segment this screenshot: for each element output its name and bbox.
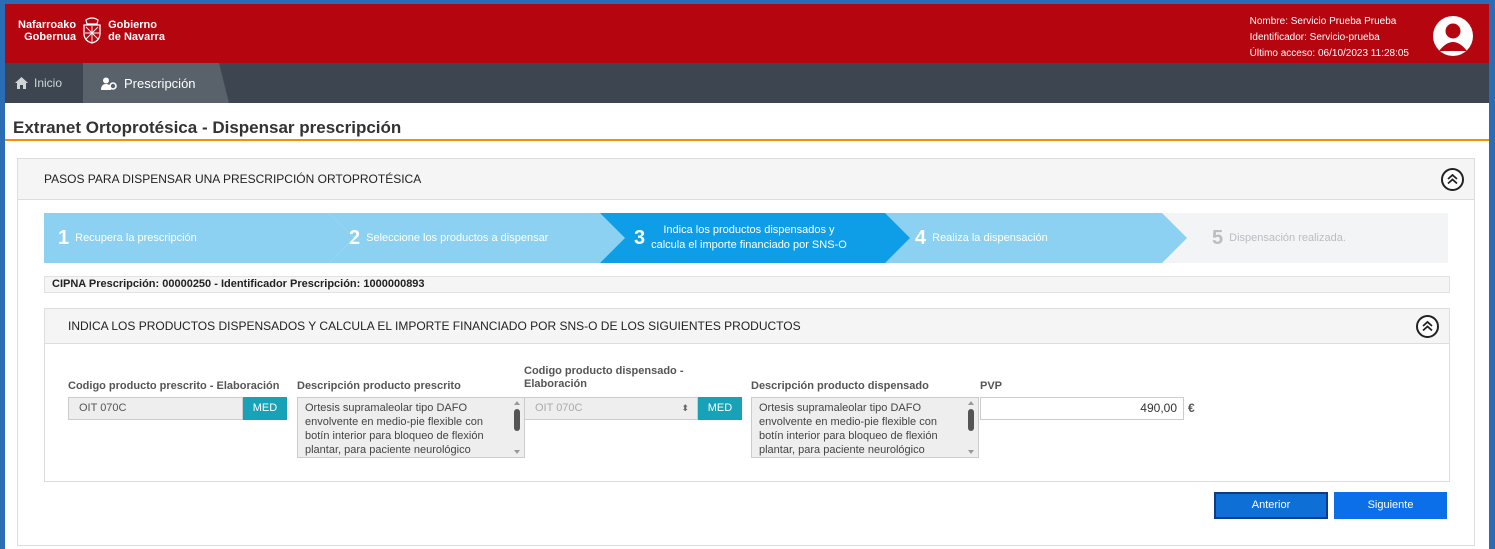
- tab-prescripcion[interactable]: Prescripción: [83, 63, 229, 103]
- logo-text-basque-1: Nafarroako: [18, 19, 77, 31]
- prescribed-code-field: OIT 070C: [68, 397, 243, 420]
- step-number: 4: [915, 226, 927, 249]
- main-nav: Inicio Prescripción: [5, 63, 1489, 103]
- nav-home[interactable]: Inicio: [15, 63, 62, 103]
- dispensed-code-label-line2: Elaboración: [524, 378, 587, 390]
- step-4[interactable]: 4 Realiza la dispensación: [885, 213, 1216, 263]
- last-access: Último acceso: 06/10/2023 11:28:05: [1249, 48, 1409, 59]
- user-info: Nombre: Servicio Prueba Prueba Identific…: [1250, 14, 1409, 62]
- user-avatar-icon[interactable]: [1433, 16, 1473, 56]
- step-number: 3: [634, 226, 646, 249]
- step-2[interactable]: 2 Seleccione los productos a dispensar: [329, 213, 629, 263]
- top-header: Nafarroako Gobernua Gobierno de Navarra …: [5, 4, 1489, 63]
- steps-panel: PASOS PARA DISPENSAR UNA PRESCRIPCIÓN OR…: [17, 158, 1475, 546]
- home-icon: [15, 77, 28, 89]
- dispensed-desc-label: Descripción producto dispensado: [751, 380, 929, 392]
- navarra-crest-icon: [83, 17, 101, 44]
- user-gear-icon: [101, 77, 117, 90]
- step-number: 1: [58, 226, 70, 249]
- dispensed-desc-text: Ortesis supramaleolar tipo DAFO envolven…: [759, 402, 938, 456]
- products-panel-title: INDICA LOS PRODUCTOS DISPENSADOS Y CALCU…: [68, 319, 801, 333]
- step-3-active[interactable]: 3 Indica los productos dispensados y cal…: [600, 213, 912, 263]
- collapse-products-button[interactable]: [1416, 315, 1439, 338]
- step-label: Realiza la dispensación: [932, 232, 1048, 244]
- prescribed-med-badge: MED: [243, 397, 287, 420]
- steps-panel-title: PASOS PARA DISPENSAR UNA PRESCRIPCIÓN OR…: [44, 172, 422, 186]
- prescribed-desc-textarea[interactable]: Ortesis supramaleolar tipo DAFO envolven…: [297, 397, 525, 458]
- products-panel-header: INDICA LOS PRODUCTOS DISPENSADOS Y CALCU…: [45, 309, 1449, 344]
- step-label: Recupera la prescripción: [75, 232, 197, 244]
- step-1[interactable]: 1 Recupera la prescripción: [44, 213, 354, 263]
- nav-home-label: Inicio: [34, 76, 63, 90]
- scrollbar[interactable]: [512, 400, 522, 455]
- step-label: Dispensación realizada.: [1229, 232, 1346, 244]
- cipna-info: CIPNA Prescripción: 00000250 - Identific…: [44, 276, 1450, 293]
- page-title: Extranet Ortoprotésica - Dispensar presc…: [13, 118, 402, 137]
- dispensed-code-label-line1: Codigo producto dispensado -: [524, 365, 684, 377]
- wizard-steps: 1 Recupera la prescripción 2 Seleccione …: [44, 213, 1448, 263]
- scrollbar[interactable]: [966, 400, 976, 455]
- dispensed-code-select[interactable]: OIT 070C ⬍: [524, 397, 698, 420]
- euro-symbol: €: [1188, 401, 1195, 415]
- logo-text-basque-2: Gobernua: [24, 31, 77, 43]
- prescribed-desc-label: Descripción producto prescrito: [297, 380, 461, 392]
- next-button[interactable]: Siguiente: [1334, 492, 1447, 519]
- dispensed-code-value: OIT 070C: [535, 402, 583, 414]
- select-arrows-icon: ⬍: [681, 403, 689, 413]
- prescribed-desc-text: Ortesis supramaleolar tipo DAFO envolven…: [305, 402, 484, 456]
- pvp-input[interactable]: 490,00: [980, 397, 1184, 420]
- step-label-line1: Indica los productos dispensados y: [663, 224, 835, 236]
- gobierno-navarra-logo[interactable]: Nafarroako Gobernua Gobierno de Navarra: [18, 17, 165, 45]
- dispensed-code-label: Codigo producto dispensado - Elaboración: [524, 365, 684, 391]
- dispensed-med-badge: MED: [698, 397, 742, 420]
- chevron-double-up-icon: [1447, 173, 1458, 185]
- products-panel: INDICA LOS PRODUCTOS DISPENSADOS Y CALCU…: [44, 308, 1450, 482]
- chevron-double-up-icon: [1422, 320, 1433, 332]
- step-number: 5: [1212, 226, 1224, 249]
- prescribed-code-label: Codigo producto prescrito - Elaboración: [68, 380, 280, 392]
- step-label-line2: calcula el importe financiado por SNS-O: [651, 239, 847, 251]
- app-frame: Nafarroako Gobernua Gobierno de Navarra …: [5, 4, 1489, 549]
- previous-button[interactable]: Anterior: [1214, 492, 1328, 519]
- pvp-label: PVP: [980, 380, 1003, 392]
- tab-prescripcion-label: Prescripción: [124, 75, 196, 91]
- collapse-steps-button[interactable]: [1441, 168, 1464, 191]
- logo-text-spanish-2: de Navarra: [108, 31, 165, 43]
- steps-panel-header: PASOS PARA DISPENSAR UNA PRESCRIPCIÓN OR…: [18, 159, 1474, 200]
- user-name: Nombre: Servicio Prueba Prueba: [1249, 16, 1397, 27]
- step-5[interactable]: 5 Dispensación realizada.: [1162, 213, 1448, 263]
- logo-text-spanish-1: Gobierno: [108, 19, 157, 31]
- user-identifier: Identificador: Servicio-prueba: [1249, 32, 1380, 43]
- title-underline: [5, 139, 1489, 141]
- dispensed-desc-textarea[interactable]: Ortesis supramaleolar tipo DAFO envolven…: [751, 397, 979, 458]
- step-label: Seleccione los productos a dispensar: [366, 232, 549, 244]
